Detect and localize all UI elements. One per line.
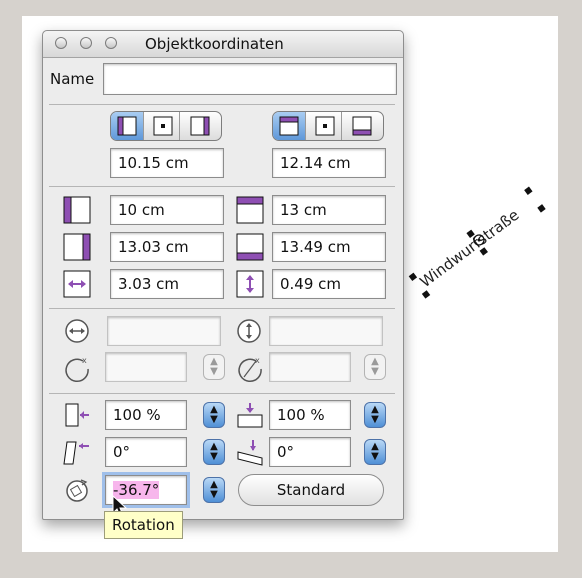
skew-y-icon (235, 437, 265, 467)
left-edge-icon (62, 195, 92, 225)
handle-top-right (524, 186, 533, 195)
align-center-icon (153, 116, 173, 136)
rotation-stepper[interactable]: ▲ ▼ (203, 477, 225, 503)
svg-text:x: x (82, 356, 87, 365)
scale-x-field[interactable]: 100 % (105, 400, 187, 430)
disabled-height-field (269, 316, 383, 346)
scale-width-circle-icon (62, 316, 92, 346)
angle-circle-icon-2: x (235, 354, 265, 384)
rotation-icon (62, 475, 92, 505)
disabled-angle-field-2 (269, 352, 351, 382)
divider (49, 186, 395, 187)
disabled-stepper-2: ▲ ▼ (364, 354, 386, 380)
skew-x-stepper[interactable]: ▲ ▼ (203, 439, 225, 465)
rotated-text-label: Windwurfstraße (416, 206, 522, 291)
anchor-center-button[interactable] (147, 112, 180, 140)
name-field[interactable] (103, 63, 397, 95)
angle-circle-icon: x (62, 354, 92, 384)
skew-y-field[interactable]: 0° (269, 437, 351, 467)
disabled-width-field (107, 316, 221, 346)
anchor-left-button[interactable] (111, 112, 144, 140)
anchor-right-button[interactable] (183, 112, 216, 140)
handle-bottom-left (421, 290, 431, 299)
scale-y-stepper[interactable]: ▲ ▼ (364, 402, 386, 428)
handle-bottom-right (537, 204, 546, 213)
scale-y-field[interactable]: 100 % (269, 400, 351, 430)
minimize-window-button[interactable] (80, 37, 92, 49)
height-icon (235, 269, 265, 299)
scale-x-stepper[interactable]: ▲ ▼ (203, 402, 225, 428)
align-left-icon (117, 116, 137, 136)
disabled-angle-field-1 (105, 352, 187, 382)
anchor-y-field[interactable]: 12.14 cm (272, 148, 386, 178)
svg-text:x: x (255, 356, 260, 365)
scale-x-icon (62, 400, 92, 430)
top-edge-icon (235, 195, 265, 225)
right-edge-icon (62, 232, 92, 262)
scale-y-icon (235, 400, 265, 430)
skew-x-icon (62, 437, 92, 467)
rotation-tooltip: Rotation (104, 511, 183, 539)
anchor-top-button[interactable] (273, 112, 306, 140)
skew-y-stepper[interactable]: ▲ ▼ (364, 439, 386, 465)
bottom-field[interactable]: 13.49 cm (272, 232, 386, 262)
align-right-icon (190, 116, 209, 136)
bottom-edge-icon (235, 232, 265, 262)
anchor-middle-button[interactable] (309, 112, 342, 140)
standard-button[interactable]: Standard (238, 474, 384, 506)
close-window-button[interactable] (55, 37, 67, 49)
height-field[interactable]: 0.49 cm (272, 269, 386, 299)
name-label: Name (50, 70, 95, 88)
disabled-stepper-1: ▲ ▼ (203, 354, 225, 380)
anchor-bottom-button[interactable] (345, 112, 378, 140)
window-titlebar[interactable]: Objektkoordinaten (43, 31, 403, 58)
object-coordinates-window: Objektkoordinaten Name 10.15 cm 12.14 cm (42, 30, 404, 520)
divider (49, 104, 395, 105)
vertical-anchor-selector[interactable] (272, 111, 384, 141)
handle-top-left (408, 272, 418, 282)
window-title: Objektkoordinaten (145, 35, 284, 53)
align-middle-icon (315, 116, 335, 136)
anchor-x-field[interactable]: 10.15 cm (110, 148, 224, 178)
align-top-icon (279, 116, 299, 136)
zoom-window-button[interactable] (105, 37, 117, 49)
width-icon (62, 269, 92, 299)
scale-height-circle-icon (234, 316, 264, 346)
skew-x-field[interactable]: 0° (105, 437, 187, 467)
horizontal-anchor-selector[interactable] (110, 111, 222, 141)
divider (49, 393, 395, 394)
left-field[interactable]: 10 cm (110, 195, 224, 225)
top-field[interactable]: 13 cm (272, 195, 386, 225)
align-bottom-icon (352, 116, 371, 136)
right-field[interactable]: 13.03 cm (110, 232, 224, 262)
width-field[interactable]: 3.03 cm (110, 269, 224, 299)
divider (49, 308, 395, 309)
